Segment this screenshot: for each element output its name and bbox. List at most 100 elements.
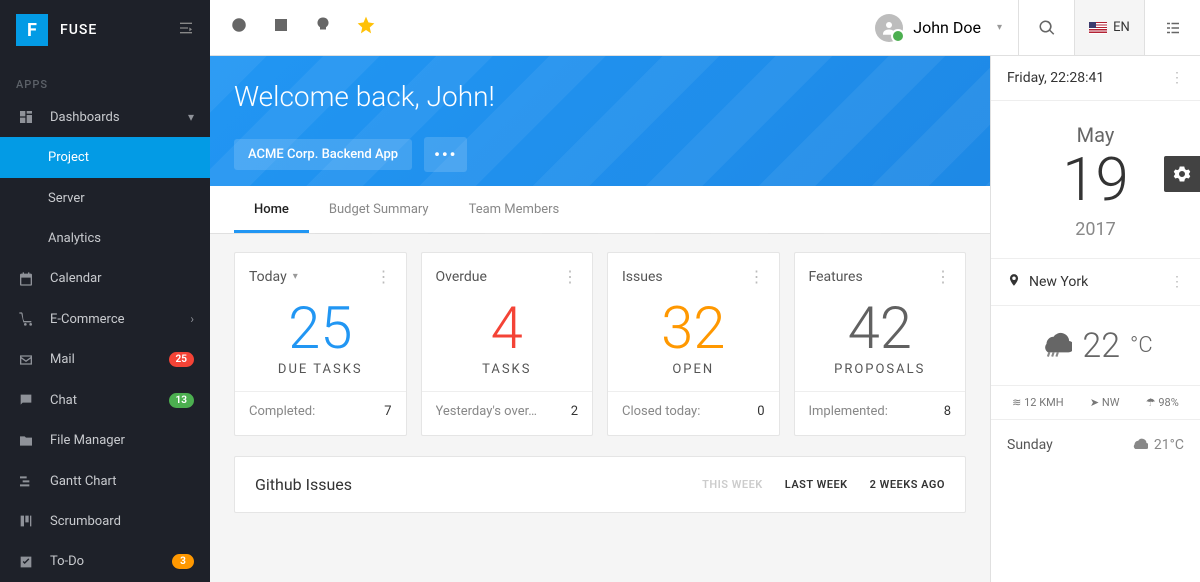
nav-section-label: APPS bbox=[0, 60, 210, 97]
footer-val: 2 bbox=[571, 404, 578, 423]
sidebar-collapse-icon[interactable] bbox=[178, 20, 194, 40]
wind-value: 12 KMH bbox=[1024, 396, 1063, 409]
github-issues-card: Github Issues THIS WEEK LAST WEEK 2 WEEK… bbox=[234, 456, 966, 513]
nav-label: File Manager bbox=[50, 433, 125, 448]
nav-gantt[interactable]: Gantt Chart bbox=[0, 461, 210, 501]
nav-label: To-Do bbox=[50, 554, 84, 569]
more-icon[interactable]: ⋮ bbox=[1170, 274, 1184, 290]
year: 2017 bbox=[991, 219, 1200, 240]
mail-icon bbox=[16, 350, 36, 370]
more-icon[interactable]: ⋮ bbox=[749, 267, 765, 286]
metric-value: 4 bbox=[422, 300, 593, 358]
project-chip[interactable]: ACME Corp. Backend App bbox=[234, 139, 412, 170]
card-title: Today bbox=[249, 269, 287, 285]
settings-tab[interactable] bbox=[1164, 156, 1200, 192]
search-button[interactable] bbox=[1018, 0, 1074, 55]
brand-name: FUSE bbox=[60, 22, 97, 38]
chevron-right-icon: › bbox=[190, 312, 194, 326]
tab-budget[interactable]: Budget Summary bbox=[309, 186, 449, 233]
metric-value: 32 bbox=[608, 300, 779, 358]
range-two-weeks[interactable]: 2 WEEKS AGO bbox=[870, 478, 945, 491]
speech-icon[interactable] bbox=[230, 16, 248, 39]
quickpanel-button[interactable] bbox=[1144, 0, 1200, 55]
nav-file-manager[interactable]: File Manager bbox=[0, 420, 210, 460]
nav-chat[interactable]: Chat 13 bbox=[0, 380, 210, 420]
humidity-stat: ☂ 98% bbox=[1146, 396, 1179, 409]
board: Today▾⋮ 25DUE TASKS Completed:7 Overdue⋮… bbox=[210, 234, 990, 582]
badge: 3 bbox=[172, 554, 194, 569]
footer-key: Completed: bbox=[249, 404, 315, 423]
tab-team[interactable]: Team Members bbox=[449, 186, 580, 233]
more-icon[interactable]: ⋮ bbox=[935, 267, 951, 286]
range-last-week[interactable]: LAST WEEK bbox=[785, 478, 848, 491]
rain-icon bbox=[1038, 324, 1072, 367]
cart-icon bbox=[16, 309, 36, 329]
project-more-button[interactable]: ••• bbox=[424, 137, 467, 172]
dir-stat: ➤ NW bbox=[1090, 396, 1120, 409]
metric-label: OPEN bbox=[608, 362, 779, 377]
weather-stats: ≋ 12 KMH ➤ NW ☂ 98% bbox=[991, 385, 1200, 420]
nav-label: Calendar bbox=[50, 271, 102, 286]
nav-label: Server bbox=[48, 191, 85, 206]
tab-label: Home bbox=[254, 202, 289, 217]
humidity-value: 98% bbox=[1158, 396, 1178, 409]
nav-scrumboard[interactable]: Scrumboard bbox=[0, 501, 210, 541]
chevron-down-icon: ▾ bbox=[997, 22, 1002, 33]
tab-label: Budget Summary bbox=[329, 202, 429, 217]
range-this-week[interactable]: THIS WEEK bbox=[702, 478, 763, 491]
summary-cards: Today▾⋮ 25DUE TASKS Completed:7 Overdue⋮… bbox=[234, 252, 966, 436]
sidebar: F FUSE APPS Dashboards ▾ Project Server … bbox=[0, 0, 210, 582]
flag-icon bbox=[1089, 22, 1107, 34]
check-icon bbox=[16, 552, 36, 572]
nav-label: Analytics bbox=[48, 231, 101, 246]
temp-unit: °C bbox=[1130, 333, 1153, 358]
footer-val: 8 bbox=[944, 404, 951, 423]
footer-val: 0 bbox=[757, 404, 764, 423]
topbar-right: John Doe ▾ EN bbox=[859, 0, 1200, 55]
user-menu[interactable]: John Doe ▾ bbox=[859, 0, 1018, 55]
location-row: New York ⋮ bbox=[991, 259, 1200, 306]
card-overdue: Overdue⋮ 4TASKS Yesterday's over…2 bbox=[421, 252, 594, 436]
weather-now: 22 °C bbox=[991, 306, 1200, 385]
nav-todo[interactable]: To-Do 3 bbox=[0, 542, 210, 582]
metric-label: PROPOSALS bbox=[795, 362, 966, 377]
nav-calendar[interactable]: Calendar bbox=[0, 259, 210, 299]
metric-value: 42 bbox=[795, 300, 966, 358]
nav-analytics[interactable]: Analytics bbox=[0, 218, 210, 258]
bulb-icon[interactable] bbox=[314, 16, 332, 39]
clock-row: Friday, 22:28:41 ⋮ bbox=[991, 56, 1200, 101]
dashboard-icon bbox=[16, 107, 36, 127]
tab-label: Team Members bbox=[469, 202, 560, 217]
user-name: John Doe bbox=[913, 18, 981, 37]
card-features: Features ⋮ 42 PROPOSALS Implemented: 8 bbox=[794, 252, 967, 436]
nav-mail[interactable]: Mail 25 bbox=[0, 340, 210, 380]
metric-label: DUE TASKS bbox=[235, 362, 406, 377]
nav-server[interactable]: Server bbox=[0, 178, 210, 218]
wind-stat: ≋ 12 KMH bbox=[1012, 396, 1063, 409]
star-icon[interactable] bbox=[356, 15, 376, 40]
right-panel: Friday, 22:28:41 ⋮ May 19 2017 New York … bbox=[990, 56, 1200, 582]
forecast-row: Sunday 21°C bbox=[991, 420, 1200, 470]
chevron-down-icon[interactable]: ▾ bbox=[293, 271, 298, 282]
contacts-icon[interactable] bbox=[272, 16, 290, 39]
tab-home[interactable]: Home bbox=[234, 186, 309, 233]
more-icon[interactable]: ⋮ bbox=[376, 267, 392, 286]
nav-label: Chat bbox=[50, 393, 77, 408]
gantt-icon bbox=[16, 471, 36, 491]
footer-key: Closed today: bbox=[622, 404, 700, 423]
nav-project[interactable]: Project bbox=[0, 137, 210, 177]
card-title: Overdue bbox=[436, 269, 487, 285]
hero: Welcome back, John! ACME Corp. Backend A… bbox=[210, 56, 990, 234]
footer-key: Implemented: bbox=[809, 404, 888, 423]
calendar-icon bbox=[16, 269, 36, 289]
nav-ecommerce[interactable]: E-Commerce › bbox=[0, 299, 210, 339]
nav-dashboards[interactable]: Dashboards ▾ bbox=[0, 97, 210, 137]
card-title: Features bbox=[809, 269, 863, 285]
project-selector-row: ACME Corp. Backend App ••• bbox=[234, 137, 966, 172]
more-icon[interactable]: ⋮ bbox=[1170, 70, 1184, 86]
welcome-title: Welcome back, John! bbox=[234, 80, 966, 113]
topbar: John Doe ▾ EN bbox=[210, 0, 1200, 56]
more-icon[interactable]: ⋮ bbox=[562, 267, 578, 286]
language-selector[interactable]: EN bbox=[1074, 0, 1144, 55]
clock-text: Friday, 22:28:41 bbox=[1007, 70, 1104, 86]
